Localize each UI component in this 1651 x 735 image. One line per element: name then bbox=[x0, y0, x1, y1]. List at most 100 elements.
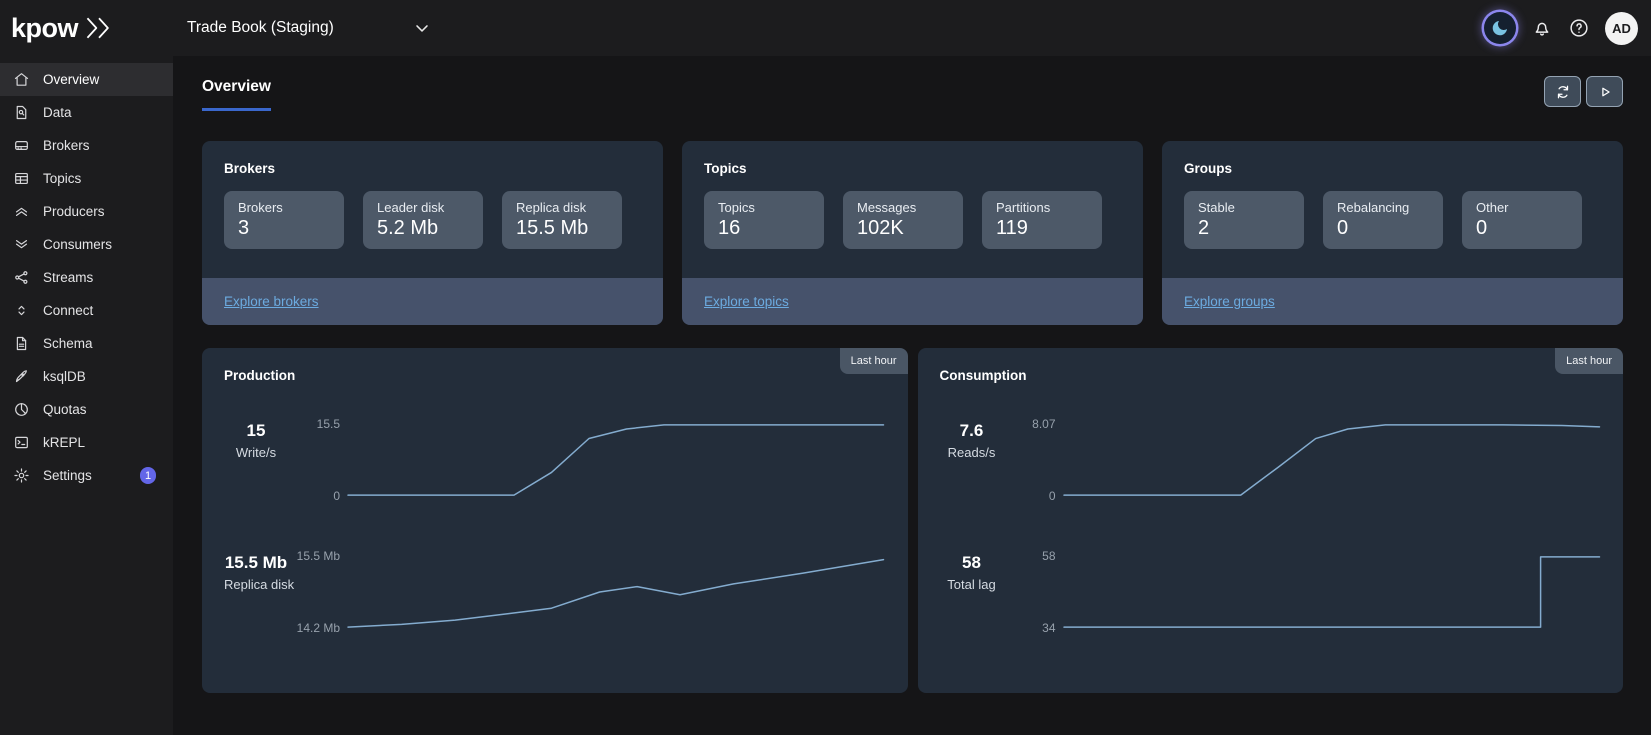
sidebar-item-label: kREPL bbox=[43, 435, 85, 450]
stat-value: 5.2 Mb bbox=[377, 217, 469, 240]
page-title: Overview bbox=[202, 78, 271, 111]
explore-brokers-link[interactable]: Explore brokers bbox=[224, 294, 319, 309]
main-content: Overview Brokers Brokers 3 Leader disk 5… bbox=[173, 56, 1651, 735]
environment-name: Trade Book (Staging) bbox=[187, 19, 334, 37]
refresh-icon bbox=[1554, 83, 1572, 101]
spark-min-label: 0 bbox=[333, 489, 340, 503]
notifications-button[interactable] bbox=[1531, 17, 1553, 39]
stat-label: Messages bbox=[857, 200, 949, 215]
help-icon bbox=[1568, 17, 1590, 39]
help-button[interactable] bbox=[1568, 17, 1590, 39]
sidebar-item-krepl[interactable]: kREPL bbox=[0, 426, 173, 459]
spark-min-label: 34 bbox=[1042, 621, 1055, 635]
spark-max-label: 15.5 Mb bbox=[297, 549, 340, 563]
sidebar-item-overview[interactable]: Overview bbox=[0, 63, 173, 96]
stat-label: Other bbox=[1476, 200, 1568, 215]
stat-value: 16 bbox=[718, 217, 810, 240]
logo-text: kpow bbox=[11, 13, 78, 44]
theme-toggle-button[interactable] bbox=[1484, 12, 1516, 44]
metric-label: Total lag bbox=[940, 577, 1004, 592]
environment-selector[interactable]: Trade Book (Staging) bbox=[187, 18, 432, 38]
sidebar-item-brokers[interactable]: Brokers bbox=[0, 129, 173, 162]
card-title: Brokers bbox=[224, 161, 663, 176]
metric-row-reads-s: 7.6 Reads/s 8.07 0 bbox=[940, 421, 1600, 499]
spark-min-label: 14.2 Mb bbox=[297, 621, 340, 635]
time-range-badge: Last hour bbox=[840, 348, 908, 374]
chevrons-up-icon bbox=[13, 203, 30, 220]
sidebar-item-data[interactable]: Data bbox=[0, 96, 173, 129]
settings-badge: 1 bbox=[140, 467, 156, 484]
sidebar-item-label: Schema bbox=[43, 336, 93, 351]
card-brokers: Brokers Brokers 3 Leader disk 5.2 Mb Rep… bbox=[202, 141, 663, 325]
stat-tile-partitions: Partitions 119 bbox=[982, 191, 1102, 249]
home-icon bbox=[13, 71, 30, 88]
metric-value: 15 bbox=[224, 421, 288, 441]
stat-tile-rebalancing: Rebalancing 0 bbox=[1323, 191, 1443, 249]
card-topics: Topics Topics 16 Messages 102K Partition… bbox=[682, 141, 1143, 325]
sparkline bbox=[348, 553, 884, 631]
sidebar-item-producers[interactable]: Producers bbox=[0, 195, 173, 228]
gear-icon bbox=[13, 467, 30, 484]
card-title: Production bbox=[224, 368, 908, 383]
sidebar-item-streams[interactable]: Streams bbox=[0, 261, 173, 294]
kpow-chevrons-icon bbox=[83, 16, 115, 40]
stat-value: 119 bbox=[996, 217, 1088, 240]
stat-tile-messages: Messages 102K bbox=[843, 191, 963, 249]
spark-max-label: 58 bbox=[1042, 549, 1055, 563]
metric-summary: 58 Total lag bbox=[940, 553, 1004, 592]
stat-value: 102K bbox=[857, 217, 949, 240]
sidebar-item-label: Brokers bbox=[43, 138, 90, 153]
card-footer: Explore topics bbox=[682, 278, 1143, 325]
card-footer: Explore brokers bbox=[202, 278, 663, 325]
sidebar-item-consumers[interactable]: Consumers bbox=[0, 228, 173, 261]
spark-axis-labels: 15.5 Mb 14.2 Mb bbox=[296, 553, 348, 631]
card-title: Consumption bbox=[940, 368, 1624, 383]
metric-label: Reads/s bbox=[940, 445, 1004, 460]
metric-row-write-s: 15 Write/s 15.5 0 bbox=[224, 421, 884, 499]
sidebar-item-schema[interactable]: Schema bbox=[0, 327, 173, 360]
metric-summary: 7.6 Reads/s bbox=[940, 421, 1004, 460]
spark-axis-labels: 15.5 0 bbox=[296, 421, 348, 499]
metric-label: Write/s bbox=[224, 445, 288, 460]
sidebar-item-quotas[interactable]: Quotas bbox=[0, 393, 173, 426]
stat-label: Stable bbox=[1198, 200, 1290, 215]
sidebar-item-connect[interactable]: Connect bbox=[0, 294, 173, 327]
sidebar-item-ksqldb[interactable]: ksqlDB bbox=[0, 360, 173, 393]
metric-value: 15.5 Mb bbox=[224, 553, 288, 573]
spark-axis-labels: 58 34 bbox=[1012, 553, 1064, 631]
sidebar-item-label: Overview bbox=[43, 72, 99, 87]
pie-icon bbox=[13, 401, 30, 418]
explore-topics-link[interactable]: Explore topics bbox=[704, 294, 789, 309]
sidebar: Overview Data Brokers Topics ProducersConsum… bbox=[0, 56, 173, 735]
card-consumption: Last hour Consumption 7.6 Reads/s 8.07 0… bbox=[918, 348, 1624, 693]
terminal-icon bbox=[13, 434, 30, 451]
card-title: Topics bbox=[704, 161, 1143, 176]
time-range-badge: Last hour bbox=[1555, 348, 1623, 374]
stat-cards-row: Brokers Brokers 3 Leader disk 5.2 Mb Rep… bbox=[202, 141, 1623, 325]
avatar[interactable]: AD bbox=[1605, 12, 1638, 45]
moon-icon bbox=[1490, 18, 1510, 38]
sidebar-item-topics[interactable]: Topics bbox=[0, 162, 173, 195]
stat-tile-leader-disk: Leader disk 5.2 Mb bbox=[363, 191, 483, 249]
sidebar-item-settings[interactable]: Settings1 bbox=[0, 459, 173, 492]
play-button[interactable] bbox=[1586, 76, 1623, 107]
card-title: Groups bbox=[1184, 161, 1623, 176]
card-production: Last hour Production 15 Write/s 15.5 0 1… bbox=[202, 348, 908, 693]
sidebar-item-label: Topics bbox=[43, 171, 81, 186]
sidebar-item-label: Quotas bbox=[43, 402, 87, 417]
metric-summary: 15 Write/s bbox=[224, 421, 288, 460]
metric-row-replica-disk: 15.5 Mb Replica disk 15.5 Mb 14.2 Mb bbox=[224, 553, 884, 631]
table-icon bbox=[13, 170, 30, 187]
document-icon bbox=[13, 335, 30, 352]
rocket-icon bbox=[13, 368, 30, 385]
metric-value: 7.6 bbox=[940, 421, 1004, 441]
stat-label: Topics bbox=[718, 200, 810, 215]
chevron-down-icon bbox=[412, 18, 432, 38]
bell-icon bbox=[1531, 17, 1553, 39]
stat-tile-brokers: Brokers 3 bbox=[224, 191, 344, 249]
refresh-button[interactable] bbox=[1544, 76, 1581, 107]
explore-groups-link[interactable]: Explore groups bbox=[1184, 294, 1275, 309]
sidebar-item-label: Connect bbox=[43, 303, 93, 318]
metric-row-total-lag: 58 Total lag 58 34 bbox=[940, 553, 1600, 631]
drive-icon bbox=[13, 137, 30, 154]
